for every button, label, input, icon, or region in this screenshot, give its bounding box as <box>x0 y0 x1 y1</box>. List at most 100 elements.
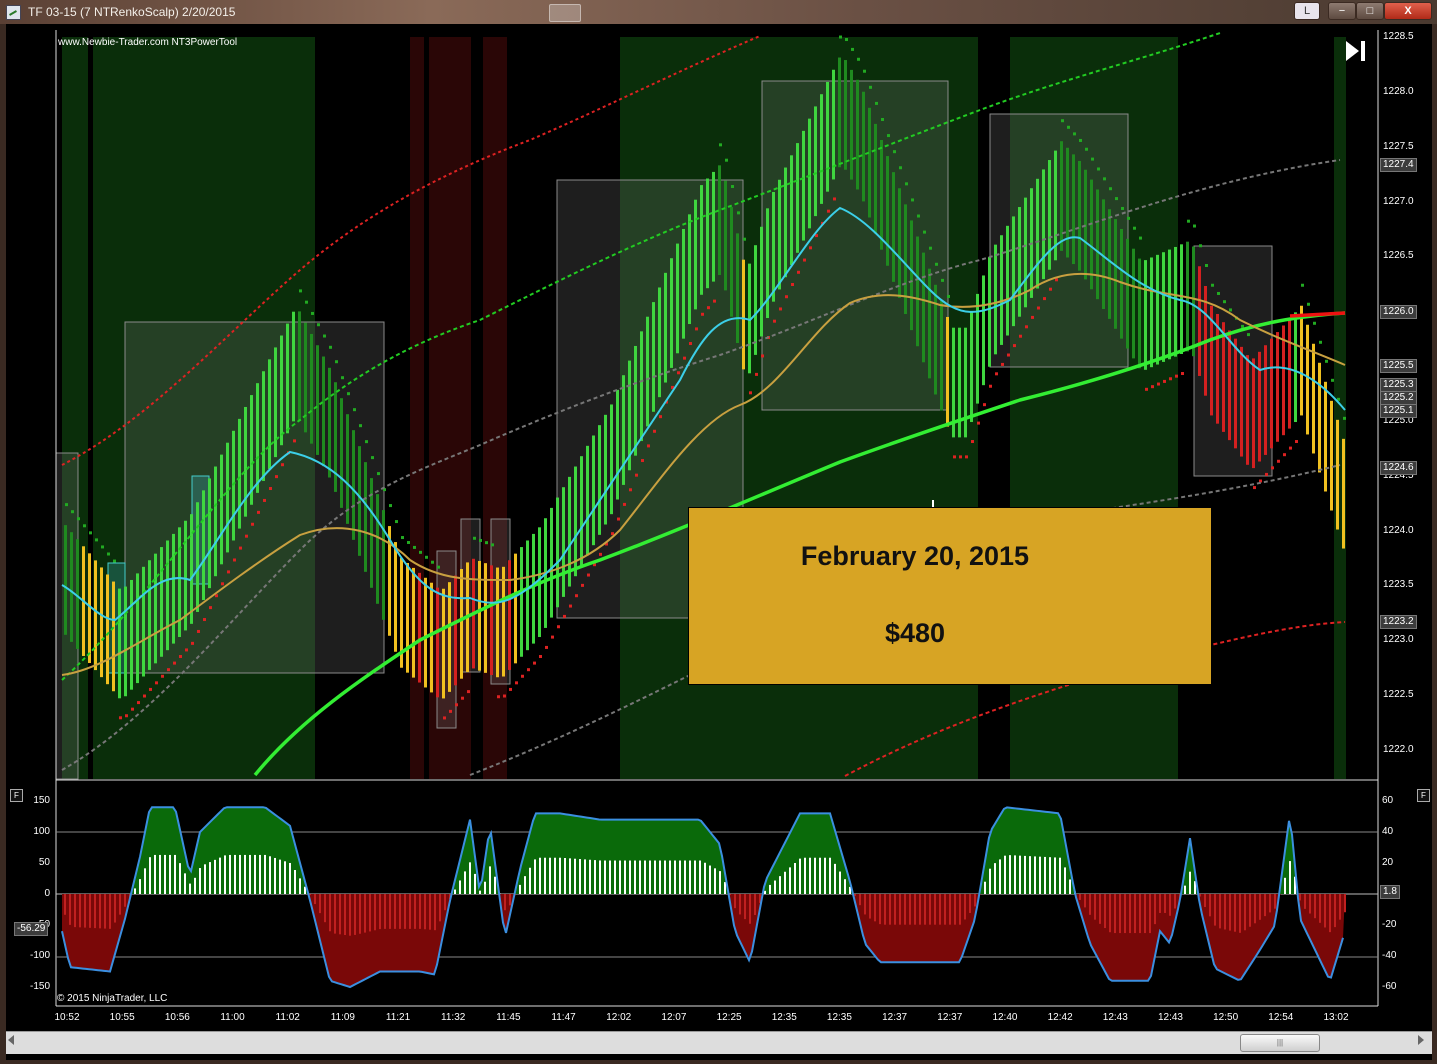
scroll-thumb[interactable]: ||| <box>1240 1034 1320 1052</box>
oscillator-bar <box>1019 855 1021 894</box>
price-axis-label: 1224.0 <box>1383 524 1414 536</box>
scroll-right-icon[interactable] <box>1418 1035 1424 1045</box>
oscillator-bar <box>84 894 86 928</box>
renko-bar <box>1234 338 1237 449</box>
renko-bar <box>610 404 613 515</box>
renko-bar <box>730 207 733 317</box>
panel-menu-icon-left[interactable]: F <box>10 789 23 802</box>
oscillator-bar <box>344 894 346 936</box>
renko-bar <box>676 243 679 354</box>
time-axis-label: 12:43 <box>1102 1012 1128 1023</box>
oscillator-bar <box>949 894 951 925</box>
indicator-value-tag-right: 1.8 <box>1380 885 1400 899</box>
renko-bar <box>670 258 673 368</box>
oscillator-bar <box>1164 894 1166 913</box>
oscillator-bar <box>769 884 771 894</box>
renko-bar <box>220 454 223 565</box>
renko-bar <box>922 252 925 363</box>
trail-dot <box>1085 147 1088 151</box>
oscillator-bar <box>804 857 806 894</box>
oscillator-bar <box>1149 894 1151 934</box>
oscillator-bar <box>1069 879 1071 894</box>
renko-bar <box>652 302 655 412</box>
trail-dot <box>365 440 368 444</box>
trail-dot <box>1319 340 1322 344</box>
renko-bar <box>256 383 259 493</box>
trail-dot <box>227 570 230 574</box>
trail-dot <box>425 555 428 559</box>
renko-bar <box>898 188 901 298</box>
trail-dot <box>569 604 572 608</box>
horizontal-scrollbar[interactable]: ||| <box>6 1031 1432 1054</box>
renko-bar <box>856 79 859 190</box>
panel-menu-icon-right[interactable]: F <box>1417 789 1430 802</box>
oscillator-bar <box>164 854 166 894</box>
oscillator-bar <box>1289 861 1291 894</box>
oscillator-bar <box>459 880 461 894</box>
trail-dot <box>335 360 338 364</box>
renko-bar <box>1312 343 1315 454</box>
oscillator-bar <box>1124 894 1126 934</box>
trail-dot <box>1199 244 1202 248</box>
trail-dot <box>407 540 410 544</box>
trail-dot <box>161 674 164 678</box>
trail-dot <box>239 546 242 550</box>
renko-bar <box>1252 358 1255 469</box>
oscillator-bar <box>1234 894 1236 932</box>
trail-dot <box>1037 306 1040 310</box>
renko-bar <box>214 466 217 577</box>
trail-dot <box>515 681 518 685</box>
renko-bar <box>310 333 313 444</box>
trail-dot <box>1121 206 1124 210</box>
renko-bar <box>910 220 913 331</box>
renko-bar <box>298 311 301 422</box>
oscillator-bar <box>209 862 211 894</box>
oscillator-bar <box>424 894 426 930</box>
trail-dot <box>293 439 296 443</box>
time-axis-label: 12:54 <box>1268 1012 1294 1023</box>
scroll-left-icon[interactable] <box>8 1035 14 1045</box>
oscillator-bar <box>529 867 531 894</box>
trail-dot <box>659 415 662 419</box>
renko-bar <box>718 165 721 276</box>
renko-bar <box>736 233 739 344</box>
trail-dot <box>1139 236 1142 240</box>
renko-bar <box>598 425 601 535</box>
oscillator-bar <box>964 894 966 920</box>
trail-dot <box>317 323 320 327</box>
oscillator-bar <box>239 854 241 894</box>
indicator-value-tag-left: -56.29 <box>14 922 49 936</box>
trail-dot <box>479 538 482 542</box>
renko-bar <box>436 587 439 698</box>
scroll-to-end-icon[interactable] <box>1344 40 1368 62</box>
renko-bar <box>586 445 589 556</box>
oscillator-bar <box>204 864 206 894</box>
trail-dot <box>995 372 998 376</box>
trail-dot <box>875 101 878 105</box>
renko-bar <box>1240 346 1243 457</box>
renko-bar <box>754 245 757 355</box>
trail-dot <box>1343 416 1346 420</box>
highlight-box <box>191 475 210 585</box>
oscillator-bar <box>1059 857 1061 894</box>
renko-bar <box>172 533 175 644</box>
renko-bar <box>1078 160 1081 271</box>
trail-dot <box>785 295 788 299</box>
oscillator-bar <box>469 862 471 894</box>
oscillator-bar <box>319 894 321 914</box>
price-axis-label: 1228.0 <box>1383 85 1414 97</box>
oscillator-bar <box>444 894 446 911</box>
oscillator-bar <box>1119 894 1121 934</box>
renko-bar <box>496 567 499 678</box>
renko-bar <box>1162 252 1165 362</box>
trail-dot <box>641 459 644 463</box>
oscillator-bar <box>1084 894 1086 908</box>
oscillator-bar <box>1089 894 1091 915</box>
oscillator-bar <box>919 894 921 925</box>
trail-dot <box>857 57 860 61</box>
oscillator-bar <box>1014 855 1016 894</box>
oscillator-bar <box>794 862 796 894</box>
trail-dot <box>1187 219 1190 223</box>
trail-dot <box>353 408 356 412</box>
price-tag: 1227.4 <box>1380 158 1417 172</box>
